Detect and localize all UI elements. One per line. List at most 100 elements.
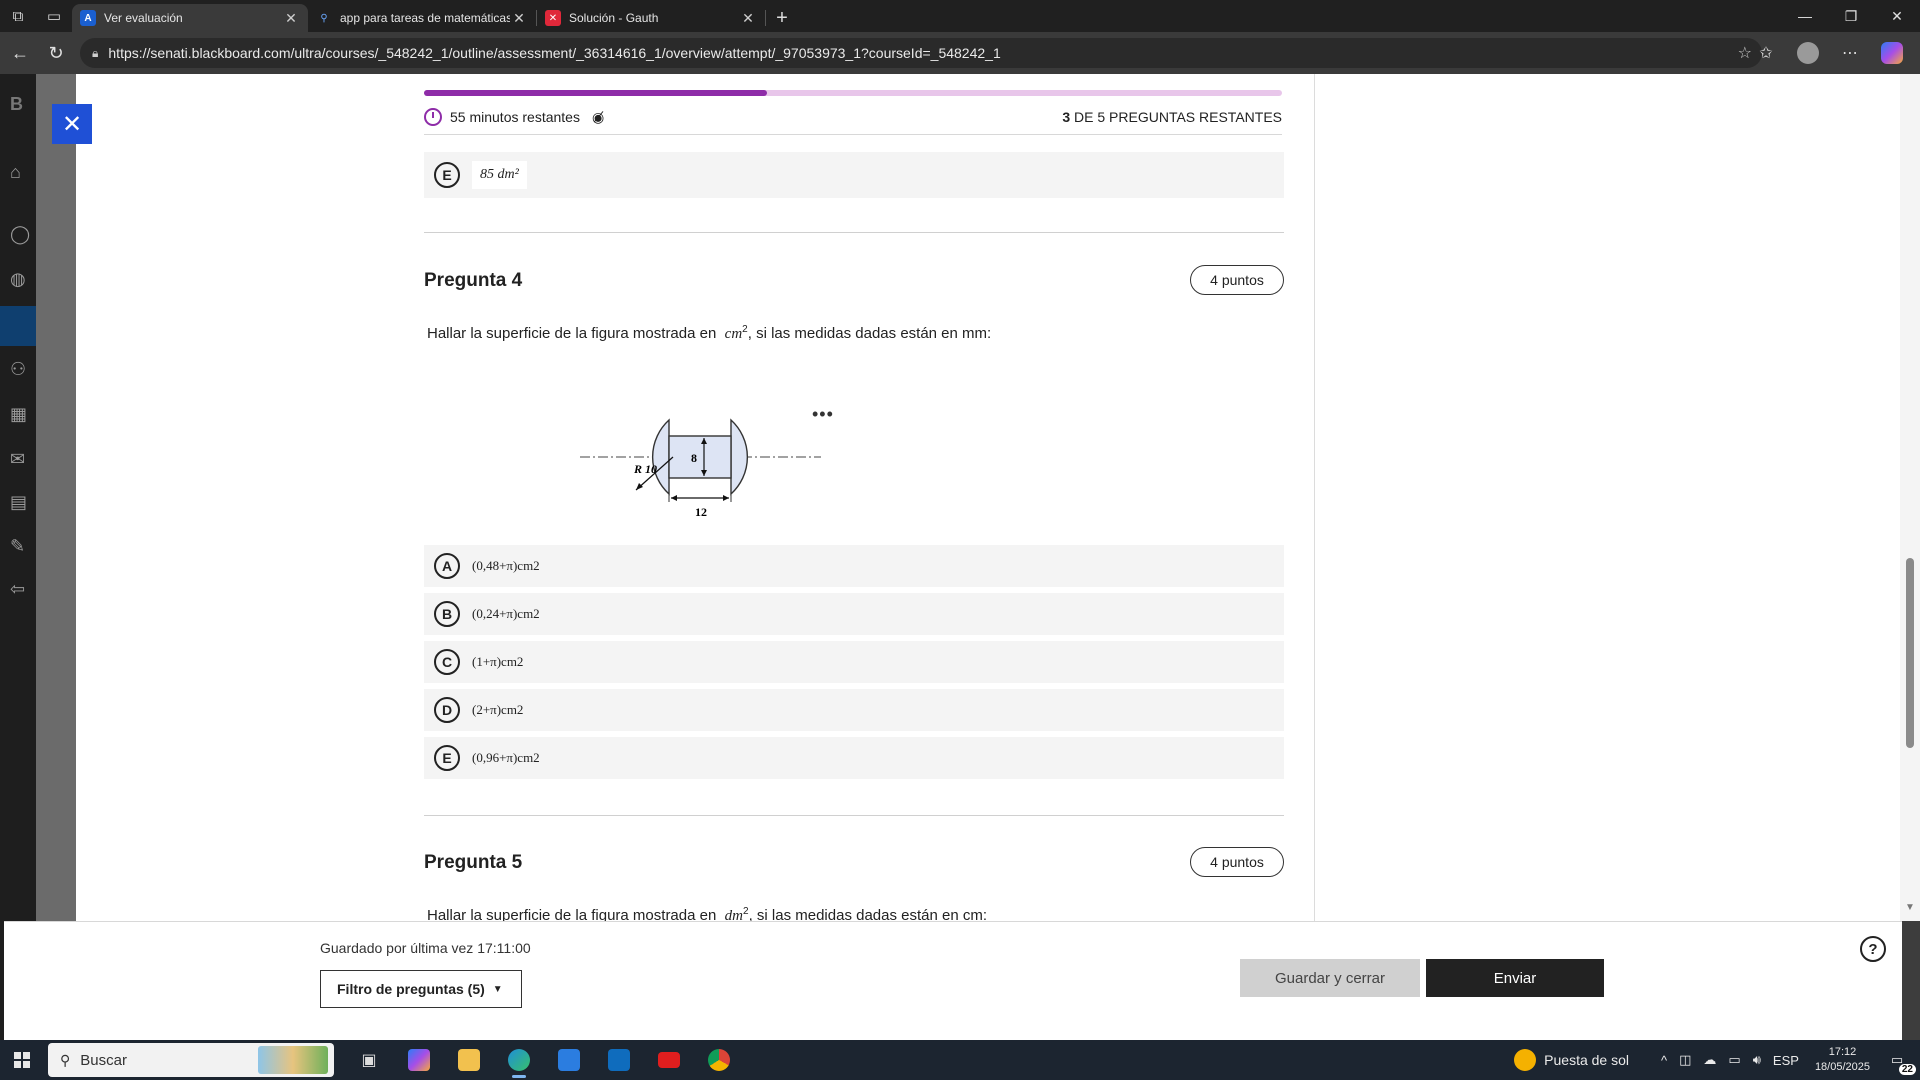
hide-timer-icon[interactable]: ◉̸ — [592, 109, 604, 126]
workspaces-icon[interactable]: ⧉ — [0, 0, 36, 32]
question-5-points: 4 puntos — [1190, 847, 1284, 877]
scrollbar-thumb[interactable] — [1906, 558, 1914, 748]
task-view-icon[interactable]: ▣ — [344, 1040, 394, 1080]
calendar-icon[interactable]: ▦ — [10, 404, 32, 426]
youtube-icon[interactable] — [644, 1040, 694, 1080]
option-c[interactable]: C (1+π)cm2 — [424, 641, 1284, 683]
save-and-close-button[interactable]: Guardar y cerrar — [1240, 959, 1420, 997]
assessment-footer: Guardado por última vez 17:11:00 Filtro … — [4, 921, 1902, 1040]
onedrive-icon[interactable]: ☁ — [1703, 1052, 1716, 1068]
notifications-icon[interactable]: ▭ 22 — [1884, 1049, 1916, 1075]
volume-icon[interactable]: 🔊︎ — [1753, 1052, 1761, 1068]
copilot-icon[interactable] — [1876, 37, 1908, 69]
tab-gauth[interactable]: ✕ Solución - Gauth ✕ — [537, 4, 765, 32]
taskbar-search[interactable]: ⚲ Buscar — [48, 1043, 334, 1077]
question-4-title: Pregunta 4 — [424, 270, 523, 291]
option-letter: A — [434, 553, 460, 579]
option-letter: D — [434, 697, 460, 723]
favorites-icon[interactable]: ✩ — [1750, 37, 1782, 69]
organizations-icon[interactable]: ⚇ — [10, 359, 32, 381]
question-5-title: Pregunta 5 — [424, 852, 523, 873]
question-filter-button[interactable]: Filtro de preguntas (5) ▼ — [320, 970, 522, 1008]
submit-button[interactable]: Enviar — [1426, 959, 1604, 997]
back-icon[interactable]: ← — [2, 35, 38, 71]
tab-close-icon[interactable]: ✕ — [282, 10, 300, 27]
edge-browser-icon[interactable] — [494, 1040, 544, 1080]
system-tray: Puesta de sol ^ ◫ ☁ ▭ 🔊︎ ESP 17:12 18/05… — [1514, 1040, 1920, 1080]
tab-close-icon[interactable]: ✕ — [510, 10, 528, 27]
question-4-figure: R 10 8 12 — [580, 418, 821, 519]
messages-icon[interactable]: ✉ — [10, 449, 32, 471]
q4-unit: cm — [724, 326, 743, 342]
blackboard-logo-icon: B — [10, 94, 23, 114]
notification-count: 22 — [1898, 1064, 1916, 1075]
tools-icon[interactable]: ✎ — [10, 536, 32, 558]
minimize-icon[interactable]: — — [1782, 0, 1828, 32]
help-icon[interactable]: ? — [1860, 936, 1886, 962]
option-e-prev[interactable]: E 85 dm² — [424, 152, 1284, 198]
remaining-count: 3 — [1062, 109, 1071, 125]
window-controls: — ❐ ✕ — [1782, 0, 1920, 32]
panel-right-divider — [1314, 74, 1315, 921]
option-a[interactable]: A (0,48+π)cm2 — [424, 545, 1284, 587]
tab-close-icon[interactable]: ✕ — [739, 10, 757, 27]
scroll-down-icon[interactable]: ▼ — [1905, 902, 1915, 913]
lock-icon[interactable]: 🔒︎ — [92, 46, 98, 61]
close-window-icon[interactable]: ✕ — [1874, 0, 1920, 32]
grades-icon[interactable]: ▤ — [10, 492, 32, 514]
option-b[interactable]: B (0,24+π)cm2 — [424, 593, 1284, 635]
address-bar-row: ← ↻ 🔒︎ https://senati.blackboard.com/ult… — [0, 32, 1920, 74]
taskbar-apps: ▣ — [344, 1040, 744, 1080]
store-icon[interactable] — [544, 1040, 594, 1080]
option-letter: E — [434, 162, 460, 188]
chevron-up-icon[interactable]: ^ — [1661, 1053, 1667, 1068]
outlook-icon[interactable] — [594, 1040, 644, 1080]
tab-actions-icon[interactable]: ▭ — [36, 0, 72, 32]
remaining-label: DE 5 PREGUNTAS RESTANTES — [1074, 109, 1282, 125]
option-text: (2+π)cm2 — [472, 702, 524, 717]
network-icon[interactable]: ▭ — [1728, 1052, 1740, 1068]
option-d[interactable]: D (2+π)cm2 — [424, 689, 1284, 731]
refresh-icon[interactable]: ↻ — [38, 35, 74, 71]
globe-icon[interactable]: ◍ — [10, 269, 32, 291]
sign-out-icon[interactable]: ⇦ — [10, 579, 32, 601]
last-saved-text: Guardado por última vez 17:11:00 — [320, 940, 531, 956]
page-content: B ⌂ ◯ ◍ ⚇ ▦ ✉ ▤ ✎ ⇦ ✕ 55 minutos restant… — [0, 74, 1920, 1040]
new-tab-icon[interactable]: + — [766, 4, 798, 32]
more-menu-icon[interactable]: ⋯ — [1834, 37, 1866, 69]
figure-radius-label: R 10 — [633, 462, 657, 476]
option-e[interactable]: E (0,96+π)cm2 — [424, 737, 1284, 779]
timer-icon — [424, 108, 442, 126]
language-indicator[interactable]: ESP — [1773, 1053, 1799, 1068]
q4-text-before: Hallar la superficie de la figura mostra… — [427, 325, 717, 342]
file-explorer-icon[interactable] — [444, 1040, 494, 1080]
option-letter: B — [434, 601, 460, 627]
search-placeholder: Buscar — [80, 1051, 127, 1069]
questions-remaining: 3 DE 5 PREGUNTAS RESTANTES — [1062, 109, 1282, 125]
scrollbar-track[interactable] — [1900, 74, 1920, 921]
close-panel-button[interactable]: ✕ — [52, 104, 92, 144]
q4-text-after: , si las medidas dadas están en mm: — [747, 325, 992, 342]
tab-title: app para tareas de matemáticas — [340, 11, 510, 25]
copilot-app-icon[interactable] — [394, 1040, 444, 1080]
start-button[interactable] — [0, 1040, 44, 1080]
chrome-icon[interactable] — [694, 1040, 744, 1080]
question-separator — [424, 232, 1284, 233]
figure-height-label: 8 — [691, 451, 697, 465]
toolbar-right: ✩ ⋯ — [1750, 32, 1908, 74]
tab-ver-evaluacion[interactable]: A Ver evaluación ✕ — [72, 4, 308, 32]
profile-icon[interactable]: ◯ — [10, 224, 32, 246]
sunset-icon — [1514, 1049, 1537, 1071]
tab-app-tareas[interactable]: ⚲ app para tareas de matemáticas ✕ — [308, 4, 536, 32]
courses-icon[interactable] — [0, 306, 36, 346]
weather-widget[interactable]: Puesta de sol — [1514, 1049, 1629, 1071]
figure-width-label: 12 — [695, 505, 707, 519]
url-field[interactable]: 🔒︎ https://senati.blackboard.com/ultra/c… — [80, 38, 1762, 68]
figure-more-icon[interactable]: ••• — [812, 404, 834, 425]
institution-icon[interactable]: ⌂ — [10, 162, 32, 184]
clock[interactable]: 17:12 18/05/2025 — [1815, 1045, 1870, 1075]
progress-bar — [424, 90, 1282, 96]
restore-icon[interactable]: ❐ — [1828, 0, 1874, 32]
camera-icon[interactable]: ◫ — [1679, 1052, 1691, 1068]
profile-avatar-icon[interactable] — [1792, 37, 1824, 69]
